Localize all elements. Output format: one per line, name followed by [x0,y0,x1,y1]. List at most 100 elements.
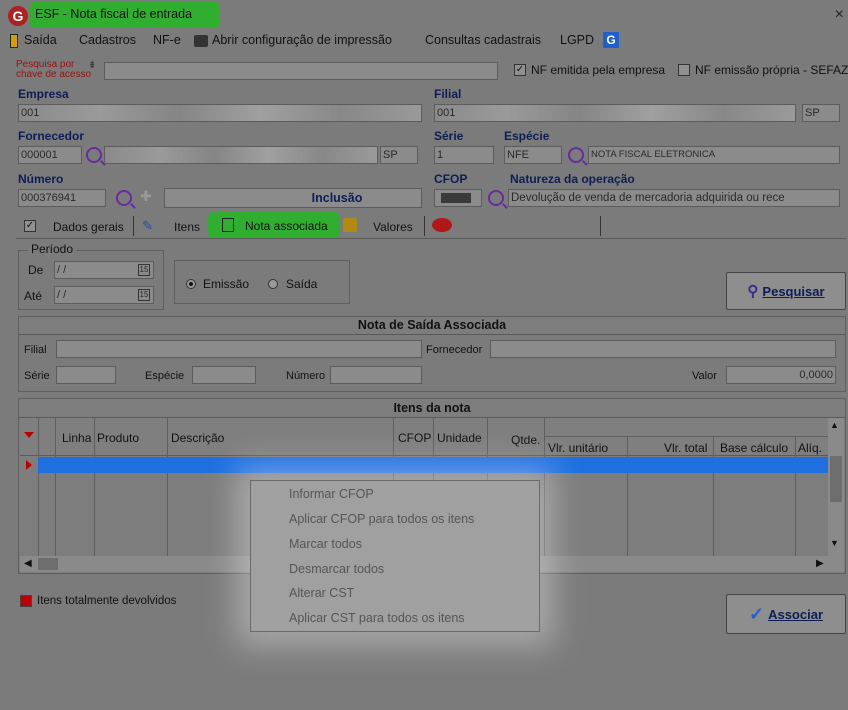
main-window: G ESF - Nota fiscal de entrada × Saída C… [0,0,848,710]
natureza-input: Devolução de venda de mercadoria adquiri… [508,189,840,207]
title-bar: G ESF - Nota fiscal de entrada × [0,0,848,30]
ate-date-input[interactable]: / / 15 [54,286,154,304]
ctx-informar-cfop[interactable]: Informar CFOP [289,487,374,501]
nf-propria-checkbox[interactable] [678,64,690,76]
ns-serie-input[interactable] [56,366,116,384]
vertical-scrollbar[interactable]: ▲ ▼ [828,418,844,556]
filial-select[interactable]: 001 [434,104,796,122]
app-logo-icon: G [8,6,28,26]
cfop-redacted [441,193,471,203]
tab-valores[interactable]: Valores [373,220,413,234]
emissao-radio[interactable] [186,279,196,289]
tab-nota-associada[interactable]: Nota associada [245,219,328,233]
numero-input[interactable]: 000376941 [18,189,106,207]
tab-extra-icon[interactable] [432,218,452,232]
cfop-search-icon[interactable] [488,190,504,206]
scroll-left-icon[interactable]: ◀ [24,558,32,569]
nf-propria-label: NF emissão própria - SEFAZ [695,63,848,77]
associar-button[interactable]: ✓ Associar [726,594,846,634]
especie-code-input[interactable]: NFE [504,146,562,164]
calendar-icon[interactable]: 15 [138,264,150,276]
scroll-up-icon[interactable]: ▲ [830,420,839,430]
col-cfop[interactable]: CFOP [398,431,431,445]
menu-lgpd[interactable]: LGPD [560,33,594,47]
plus-icon[interactable]: ✚ [140,188,152,205]
help-logo-icon[interactable]: G [603,32,619,48]
fornecedor-code-input[interactable]: 000001 [18,146,82,164]
de-date-input[interactable]: / / 15 [54,261,154,279]
ctx-desmarcar-todos[interactable]: Desmarcar todos [289,562,384,576]
status-field: Inclusão [164,188,422,208]
saida-radio[interactable] [268,279,278,289]
serie-label: Série [434,129,464,143]
menu-nfe[interactable]: NF-e [153,33,181,47]
menu-cadastros[interactable]: Cadastros [79,33,136,47]
nf-emitida-label: NF emitida pela empresa [531,63,666,77]
col-produto[interactable]: Produto [97,431,139,445]
scroll-right-icon[interactable]: ▶ [816,558,824,569]
col-line [38,418,39,556]
sort-arrow-icon[interactable] [24,432,34,438]
cfop-label: CFOP [434,172,468,186]
ns-numero-input[interactable] [330,366,422,384]
access-key-input[interactable] [104,62,498,80]
ns-valor-label: Valor [692,370,717,382]
pin-icon: ⇟ [88,60,97,71]
especie-label: Espécie [504,129,550,143]
ctx-marcar-todos[interactable]: Marcar todos [289,537,362,551]
ns-filial-input[interactable] [56,340,422,358]
ns-especie-label: Espécie [145,370,185,382]
menu-bar: Saída Cadastros NF-e Abrir configuração … [0,30,848,52]
menu-abrir-configuracao-impressao[interactable]: Abrir configuração de impressão [212,33,392,47]
numero-search-icon[interactable] [116,190,132,206]
fornecedor-label: Fornecedor [18,129,85,143]
close-button[interactable]: × [835,6,844,24]
tab-itens[interactable]: Itens [174,220,200,234]
col-qtde[interactable]: Qtde. [511,433,540,447]
scroll-thumb[interactable] [830,456,842,502]
col-vlr-unitario[interactable]: Vlr. unitário [548,441,608,455]
col-line [627,436,628,556]
search-key-label: Pesquisa por chave de acesso [16,59,92,80]
calendar-icon[interactable]: 15 [138,289,150,301]
menu-consultas-cadastrais[interactable]: Consultas cadastrais [425,33,541,47]
exit-icon [10,34,18,48]
especie-search-icon[interactable] [568,147,584,163]
col-line [544,418,545,556]
col-vlr-total[interactable]: Vlr. total [664,441,707,455]
ns-serie-label: Série [24,370,50,382]
cfop-input[interactable] [434,189,482,207]
numero-label: Número [18,172,64,186]
ns-filial-label: Filial [24,344,47,356]
empresa-label: Empresa [18,87,69,101]
col-aliq[interactable]: Alíq. [798,441,822,455]
natureza-label: Natureza da operação [510,172,635,186]
tab-dados-gerais[interactable]: Dados gerais [53,220,124,234]
col-unidade[interactable]: Unidade [437,431,482,445]
tabs-baseline [16,238,846,239]
ns-especie-input[interactable] [192,366,256,384]
tab-itens-icon: ✎ [142,218,153,233]
legend-label: Itens totalmente devolvidos [37,595,177,607]
serie-input[interactable]: 1 [434,146,494,164]
ns-fornecedor-label: Fornecedor [426,344,483,356]
ctx-aplicar-cst-todos[interactable]: Aplicar CST para todos os itens [289,611,465,625]
pesquisar-button[interactable]: ⚲ Pesquisar [726,272,846,310]
ns-valor-input[interactable]: 0,0000 [726,366,836,384]
table-row-selected[interactable] [38,457,828,473]
h-scroll-thumb[interactable] [38,558,58,570]
ctx-aplicar-cfop-todos[interactable]: Aplicar CFOP para todos os itens [289,512,474,526]
tab-divider-3 [600,216,601,236]
scroll-down-icon[interactable]: ▼ [830,538,839,548]
col-linha[interactable]: Linha [62,431,91,445]
ate-label: Até [24,289,43,303]
fornecedor-search-icon[interactable] [86,147,102,163]
ctx-alterar-cst[interactable]: Alterar CST [289,586,354,600]
nf-emitida-checkbox[interactable]: ✓ [514,64,526,76]
empresa-select[interactable]: 001 [18,104,422,122]
de-date-value: / / [57,264,67,276]
menu-saida[interactable]: Saída [24,33,57,47]
ns-fornecedor-input[interactable] [490,340,836,358]
col-descricao[interactable]: Descrição [171,431,224,445]
col-base-calculo[interactable]: Base cálculo [720,441,788,455]
